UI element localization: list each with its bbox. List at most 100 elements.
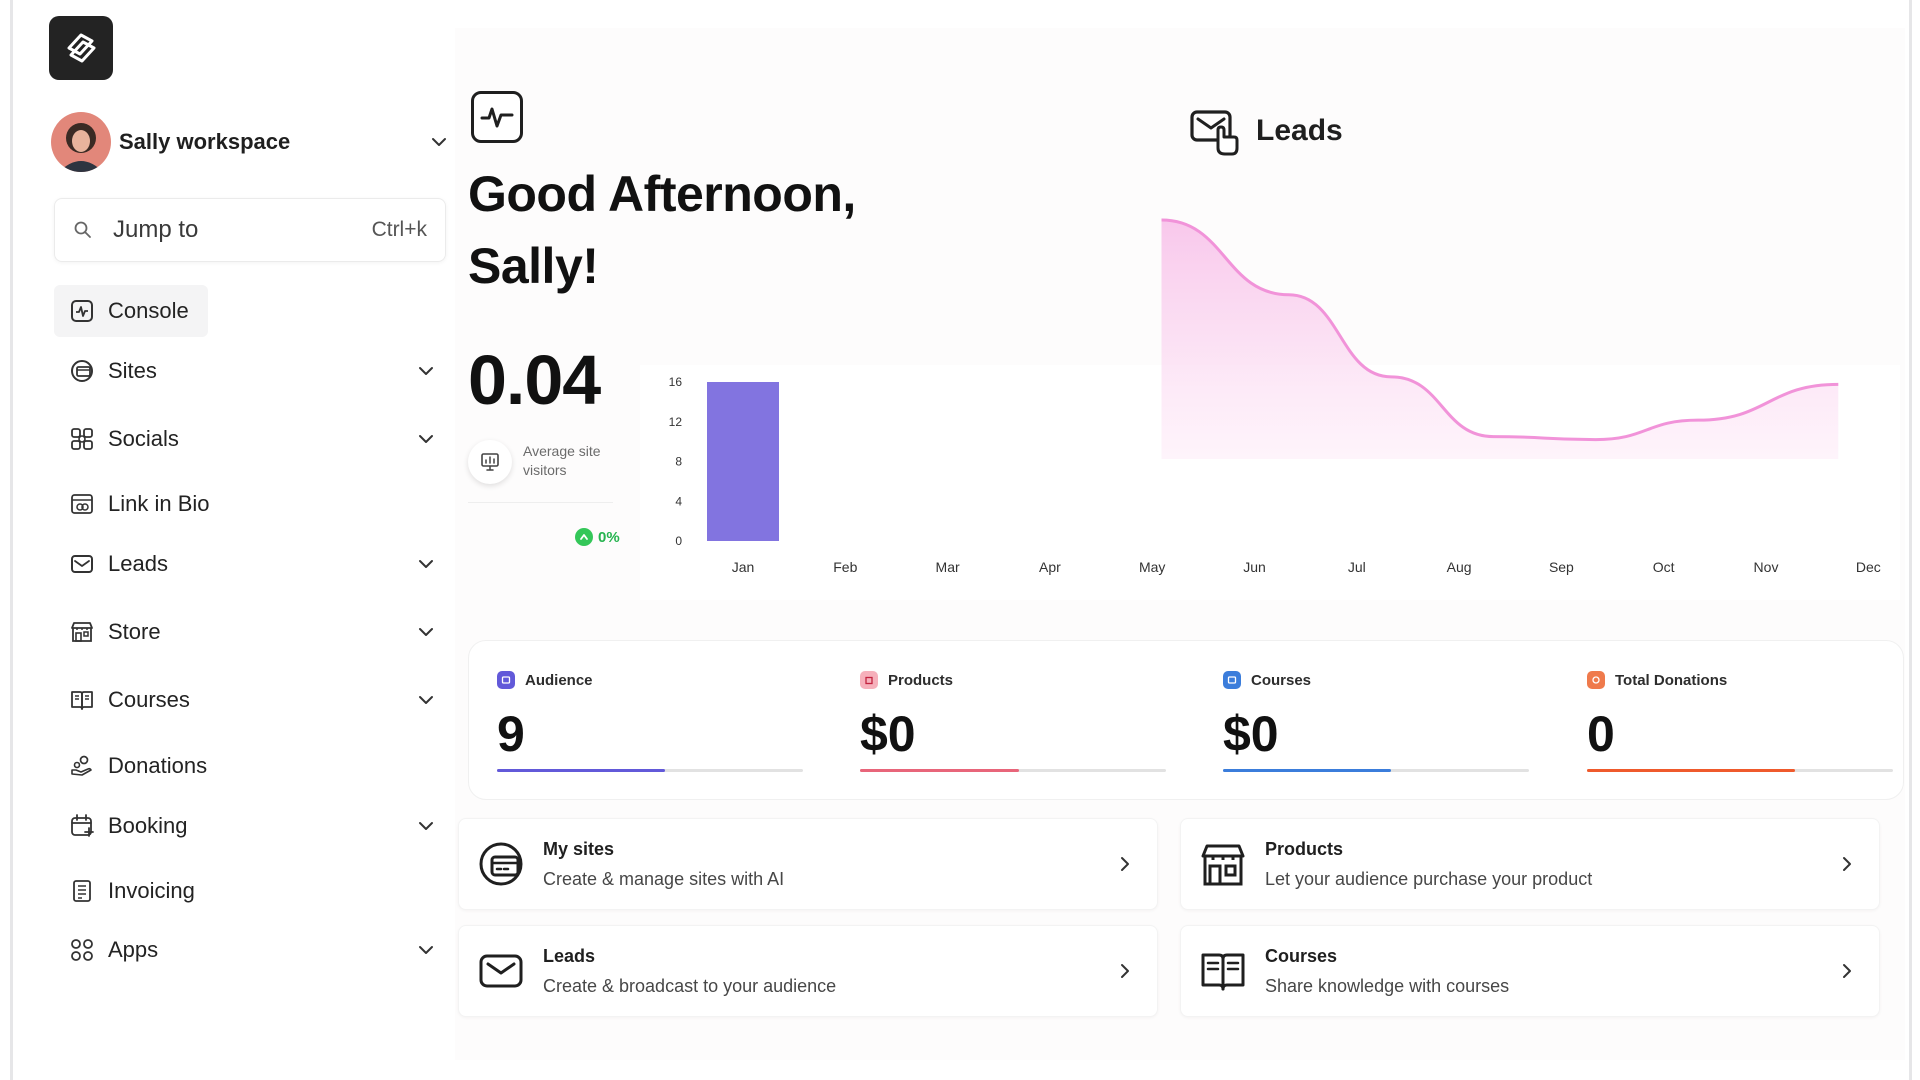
stat-progress <box>1587 769 1893 772</box>
store-icon <box>860 671 878 689</box>
search-input[interactable]: Jump to Ctrl+k <box>54 198 446 262</box>
card-title: Leads <box>543 945 596 966</box>
card-title: My sites <box>543 838 615 859</box>
chevron-down-icon[interactable] <box>414 552 438 576</box>
app-logo[interactable] <box>49 16 113 80</box>
stat-audience[interactable]: Audience 9 <box>469 641 803 801</box>
sidebar: Sally workspace Jump to Ctrl+k Console S… <box>14 0 454 1080</box>
sidebar-item-socials[interactable]: Socials <box>54 413 454 465</box>
workspace-switcher[interactable]: Sally workspace <box>51 112 451 172</box>
stat-progress <box>497 769 803 772</box>
stat-products[interactable]: Products $0 <box>832 641 1166 801</box>
chevron-down-icon[interactable] <box>414 938 438 962</box>
stat-progress-fill <box>1223 769 1392 772</box>
sidebar-item-courses[interactable]: Courses <box>54 674 454 726</box>
book-icon <box>71 691 93 710</box>
card-subtitle: Create & manage sites with AI <box>543 868 785 889</box>
stat-value: 9 <box>497 706 525 762</box>
avg-visitors-value: 0.04 <box>468 341 601 419</box>
card-subtitle: Let your audience purchase your product <box>1265 868 1593 889</box>
mail-click-icon <box>1190 110 1239 156</box>
store-icon <box>1201 844 1245 886</box>
audience-icon <box>497 671 515 689</box>
sidebar-item-label: Invoicing <box>108 878 195 903</box>
calendar-icon <box>71 814 94 837</box>
chevron-right-icon <box>1843 964 1851 978</box>
search-placeholder: Jump to <box>113 216 199 243</box>
card-subtitle: Share knowledge with courses <box>1265 975 1510 996</box>
sidebar-item-label: Sites <box>108 358 157 383</box>
sidebar-item-label: Apps <box>108 937 159 962</box>
sidebar-item-link-in-bio[interactable]: Link in Bio <box>54 478 454 530</box>
card-title: Courses <box>1265 945 1338 966</box>
card-courses[interactable]: Courses Share knowledge with courses <box>1180 925 1880 1017</box>
book-icon <box>1223 671 1241 689</box>
chevron-down-icon[interactable] <box>414 814 438 838</box>
sidebar-item-label: Socials <box>108 426 179 451</box>
sidebar-item-booking[interactable]: Booking <box>54 800 454 852</box>
card-leads[interactable]: Leads Create & broadcast to your audienc… <box>458 925 1158 1017</box>
chevron-down-icon[interactable] <box>414 427 438 451</box>
sidebar-item-console[interactable]: Console <box>54 285 208 337</box>
console-icon <box>71 300 93 322</box>
sidebar-item-store[interactable]: Store <box>54 606 454 658</box>
chevron-down-icon[interactable] <box>427 130 451 154</box>
sidebar-item-label: Courses <box>108 687 190 712</box>
book-icon <box>1201 953 1245 991</box>
stat-value: $0 <box>1223 706 1279 762</box>
change-badge: 0% <box>575 528 620 546</box>
socials-icon <box>71 428 93 450</box>
workspace-name: Sally workspace <box>119 129 291 154</box>
leads-title: Leads <box>1256 114 1343 147</box>
stat-label: Audience <box>525 671 593 689</box>
card-subtitle: Create & broadcast to your audience <box>543 975 837 996</box>
search-icon <box>74 221 91 238</box>
leads-header: Leads <box>1188 104 1343 158</box>
change-percent: 0% <box>598 528 620 546</box>
stat-label: Products <box>888 671 954 689</box>
card-title: Products <box>1265 838 1344 859</box>
stat-value: 0 <box>1587 706 1615 762</box>
greeting: Good Afternoon, Sally! <box>468 158 948 302</box>
sidebar-item-label: Link in Bio <box>108 491 210 516</box>
sidebar-item-label: Booking <box>108 813 188 838</box>
divider <box>468 502 613 503</box>
chevron-down-icon[interactable] <box>414 620 438 644</box>
avatar <box>51 112 111 172</box>
stat-progress-fill <box>860 769 1020 772</box>
sidebar-item-donations[interactable]: Donations <box>54 740 454 792</box>
stat-progress-fill <box>497 769 666 772</box>
window-border-right <box>1909 0 1912 1080</box>
store-icon <box>71 622 93 642</box>
stat-courses[interactable]: Courses $0 <box>1195 641 1529 801</box>
globe-icon <box>71 360 93 382</box>
chevron-right-icon <box>1843 857 1851 871</box>
mail-icon <box>479 954 523 988</box>
stats-panel: Audience 9 Products $0 Courses $0 Total … <box>468 640 1904 800</box>
donations-icon <box>1587 671 1605 689</box>
stat-value: $0 <box>860 706 916 762</box>
stat-label: Courses <box>1251 671 1312 689</box>
sidebar-item-leads[interactable]: Leads <box>54 538 454 590</box>
chevron-down-icon[interactable] <box>414 688 438 712</box>
sidebar-item-label: Leads <box>108 551 168 576</box>
chevron-down-icon[interactable] <box>414 359 438 383</box>
stat-progress-fill <box>1587 769 1796 772</box>
chevron-right-icon <box>1121 857 1129 871</box>
card-products[interactable]: Products Let your audience purchase your… <box>1180 818 1880 910</box>
greeting-line-2: Sally! <box>468 238 599 294</box>
sidebar-item-label: Store <box>108 619 161 644</box>
window-border-left <box>10 0 13 1080</box>
sidebar-item-label: Donations <box>108 753 208 778</box>
presentation-icon <box>468 440 512 484</box>
stat-total-donations[interactable]: Total Donations 0 <box>1559 641 1893 801</box>
card-my-sites[interactable]: My sites Create & manage sites with AI <box>458 818 1158 910</box>
sidebar-item-invoicing[interactable]: Invoicing <box>54 865 454 917</box>
sidebar-item-sites[interactable]: Sites <box>54 345 454 397</box>
globe-icon <box>479 842 523 886</box>
arrow-up-icon <box>575 528 593 546</box>
sidebar-item-apps[interactable]: Apps <box>54 924 454 976</box>
apps-icon <box>71 939 93 961</box>
chevron-right-icon <box>1121 964 1129 978</box>
stat-progress <box>860 769 1166 772</box>
